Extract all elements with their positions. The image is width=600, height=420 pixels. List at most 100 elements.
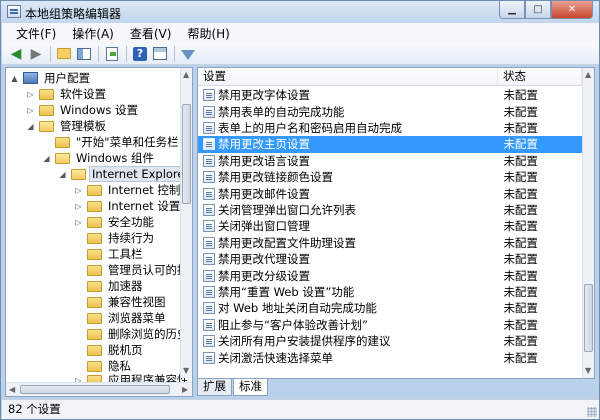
policy-setting-icon (203, 154, 215, 167)
view-tabs: 扩展 标准 (197, 379, 269, 396)
setting-state: 未配置 (503, 235, 538, 250)
menu-action[interactable]: 操作(A) (64, 25, 122, 42)
tree-item-label: 脱机页 (108, 343, 143, 357)
tree-item-admin-templates[interactable]: ◢ 管理模板 (26, 118, 108, 134)
expand-toggle-icon[interactable]: ▲ (10, 74, 19, 83)
tree-item-persistence-behavior[interactable]: 持续行为 (74, 230, 156, 246)
setting-name: 关闭弹出窗口管理 (218, 219, 310, 234)
maximize-button[interactable]: □ (525, 1, 551, 19)
show-hide-tree-button[interactable] (76, 46, 92, 62)
expand-toggle-icon[interactable]: ◢ (26, 122, 35, 131)
folder-icon (87, 328, 102, 340)
minimize-button[interactable]: ▁ (499, 1, 525, 19)
folder-icon (87, 200, 102, 212)
policy-setting-icon (203, 138, 215, 151)
menu-help[interactable]: 帮助(H) (179, 25, 237, 42)
folder-icon (87, 296, 102, 308)
tree-item-offline-pages[interactable]: 脱机页 (74, 342, 145, 358)
tree-item-compatibility-view[interactable]: 兼容性视图 (74, 294, 168, 310)
expand-toggle-icon[interactable]: ▷ (26, 90, 35, 99)
tree-item-delete-browsing-history[interactable]: 删除浏览的历史记录 (74, 326, 192, 342)
list-item[interactable]: 禁用“重置 Web 设置”功能 未配置 (198, 284, 582, 300)
tab-extended[interactable]: 扩展 (197, 379, 232, 396)
tree-horizontal-scrollbar[interactable]: ◀ ▶ (6, 382, 192, 396)
expand-toggle-icon[interactable]: ◢ (42, 154, 51, 163)
list-header: 设置 状态 (198, 68, 582, 86)
tree-item-accelerators[interactable]: 加速器 (74, 278, 145, 294)
tree-item-browser-menus[interactable]: 浏览器菜单 (74, 310, 168, 326)
scroll-right-icon[interactable]: ▶ (182, 385, 188, 394)
list-item[interactable]: 关闭弹出窗口管理 未配置 (198, 218, 582, 234)
tab-standard[interactable]: 标准 (233, 379, 268, 396)
scroll-left-icon[interactable]: ◀ (9, 385, 15, 394)
column-header-setting[interactable]: 设置 (198, 68, 498, 86)
properties-button[interactable] (152, 46, 168, 62)
folder-icon (87, 280, 102, 292)
scrollbar-thumb[interactable] (20, 385, 170, 394)
policy-setting-icon (203, 220, 215, 233)
list-item[interactable]: 对 Web 地址关闭自动完成功能 未配置 (198, 300, 582, 316)
list-item[interactable]: 表单上的用户名和密码启用自动完成 未配置 (198, 120, 582, 136)
scrollbar-thumb[interactable] (584, 284, 593, 352)
main-window: 本地组策略编辑器 ▁ □ ✕ 文件(F) 操作(A) 查看(V) 帮助(H) ◀… (0, 0, 600, 420)
list-item[interactable]: 禁用更改链接颜色设置 未配置 (198, 169, 582, 185)
list-item-selected[interactable]: 禁用更改主页设置 未配置 (198, 136, 582, 153)
list-item[interactable]: 禁用更改字体设置 未配置 (198, 87, 582, 103)
tree-item-windows-components[interactable]: ◢ Windows 组件 (42, 150, 156, 166)
tree-item-internet-explorer[interactable]: ◢ Internet Explorer (58, 166, 192, 182)
tree-item-security-features[interactable]: ▷ 安全功能 (74, 214, 156, 230)
list-item[interactable]: 关闭管理弹出窗口允许列表 未配置 (198, 202, 582, 218)
tree-item-toolbars[interactable]: 工具栏 (74, 246, 145, 262)
app-icon (7, 5, 21, 18)
list-item[interactable]: 禁用更改代理设置 未配置 (198, 251, 582, 267)
scroll-down-icon[interactable]: ▼ (585, 366, 591, 375)
forward-arrow-icon[interactable]: ▶ (28, 46, 44, 62)
up-folder-button[interactable] (56, 46, 72, 62)
expand-toggle-icon[interactable]: ▷ (74, 218, 83, 227)
window-title: 本地组策略编辑器 (25, 7, 122, 21)
policy-setting-icon (203, 105, 215, 118)
help-button[interactable]: ? (132, 46, 148, 62)
scroll-up-icon[interactable]: ▲ (183, 70, 189, 79)
list-item[interactable]: 禁用更改邮件设置 未配置 (198, 185, 582, 201)
list-item[interactable]: 阻止参与“客户体验改善计划” 未配置 (198, 317, 582, 333)
tree-item-user-config[interactable]: ▲ 用户配置 (10, 70, 92, 86)
list-item[interactable]: 关闭激活快速选择菜单 未配置 (198, 349, 582, 365)
filter-button[interactable] (180, 46, 196, 62)
title-bar: 本地组策略编辑器 ▁ □ ✕ (1, 1, 599, 23)
back-arrow-icon[interactable]: ◀ (8, 46, 24, 62)
close-button[interactable]: ✕ (551, 1, 593, 19)
folder-icon (87, 344, 102, 356)
expand-toggle-icon[interactable]: ▷ (74, 202, 83, 211)
scroll-down-icon[interactable]: ▼ (183, 366, 189, 375)
expand-toggle-icon[interactable]: ▷ (74, 186, 83, 195)
tree-item-start-menu[interactable]: "开始"菜单和任务栏 (42, 134, 181, 150)
tree-item-software-settings[interactable]: ▷ 软件设置 (26, 86, 108, 102)
column-header-state[interactable]: 状态 (498, 68, 582, 86)
list-item[interactable]: 禁用更改分级设置 未配置 (198, 267, 582, 283)
resize-grip-icon[interactable] (587, 407, 597, 417)
tree-item-internet-settings[interactable]: ▷ Internet 设置 (74, 198, 182, 214)
list-item[interactable]: 禁用更改配置文件助理设置 未配置 (198, 235, 582, 251)
expand-toggle-icon[interactable]: ▷ (26, 106, 35, 115)
help-icon: ? (133, 46, 147, 61)
scroll-up-icon[interactable]: ▲ (585, 70, 591, 79)
menu-view[interactable]: 查看(V) (122, 25, 180, 42)
list-vertical-scrollbar[interactable]: ▲ ▼ (582, 68, 594, 378)
tree-vertical-scrollbar[interactable]: ▲ ▼ (180, 68, 192, 378)
list-item[interactable]: 禁用表单的自动完成功能 未配置 (198, 103, 582, 119)
setting-name: 禁用更改配置文件助理设置 (218, 235, 356, 250)
list-item[interactable]: 关闭所有用户安装提供程序的建议 未配置 (198, 333, 582, 349)
scrollbar-thumb[interactable] (182, 104, 191, 204)
expand-toggle-icon[interactable]: ◢ (58, 170, 67, 179)
tree-item-internet-control-panel[interactable]: ▷ Internet 控制面板 (74, 182, 192, 198)
policy-setting-icon (203, 335, 215, 348)
list-item[interactable]: 禁用更改语言设置 未配置 (198, 153, 582, 169)
tree-item-windows-settings[interactable]: ▷ Windows 设置 (26, 102, 140, 118)
export-list-button[interactable] (104, 46, 120, 62)
tree-item-admin-approved-controls[interactable]: 管理员认可的控件 (74, 262, 192, 278)
setting-state: 未配置 (503, 202, 538, 217)
menu-file[interactable]: 文件(F) (8, 25, 64, 42)
setting-state: 未配置 (503, 317, 538, 332)
toolbar-separator (174, 45, 175, 62)
